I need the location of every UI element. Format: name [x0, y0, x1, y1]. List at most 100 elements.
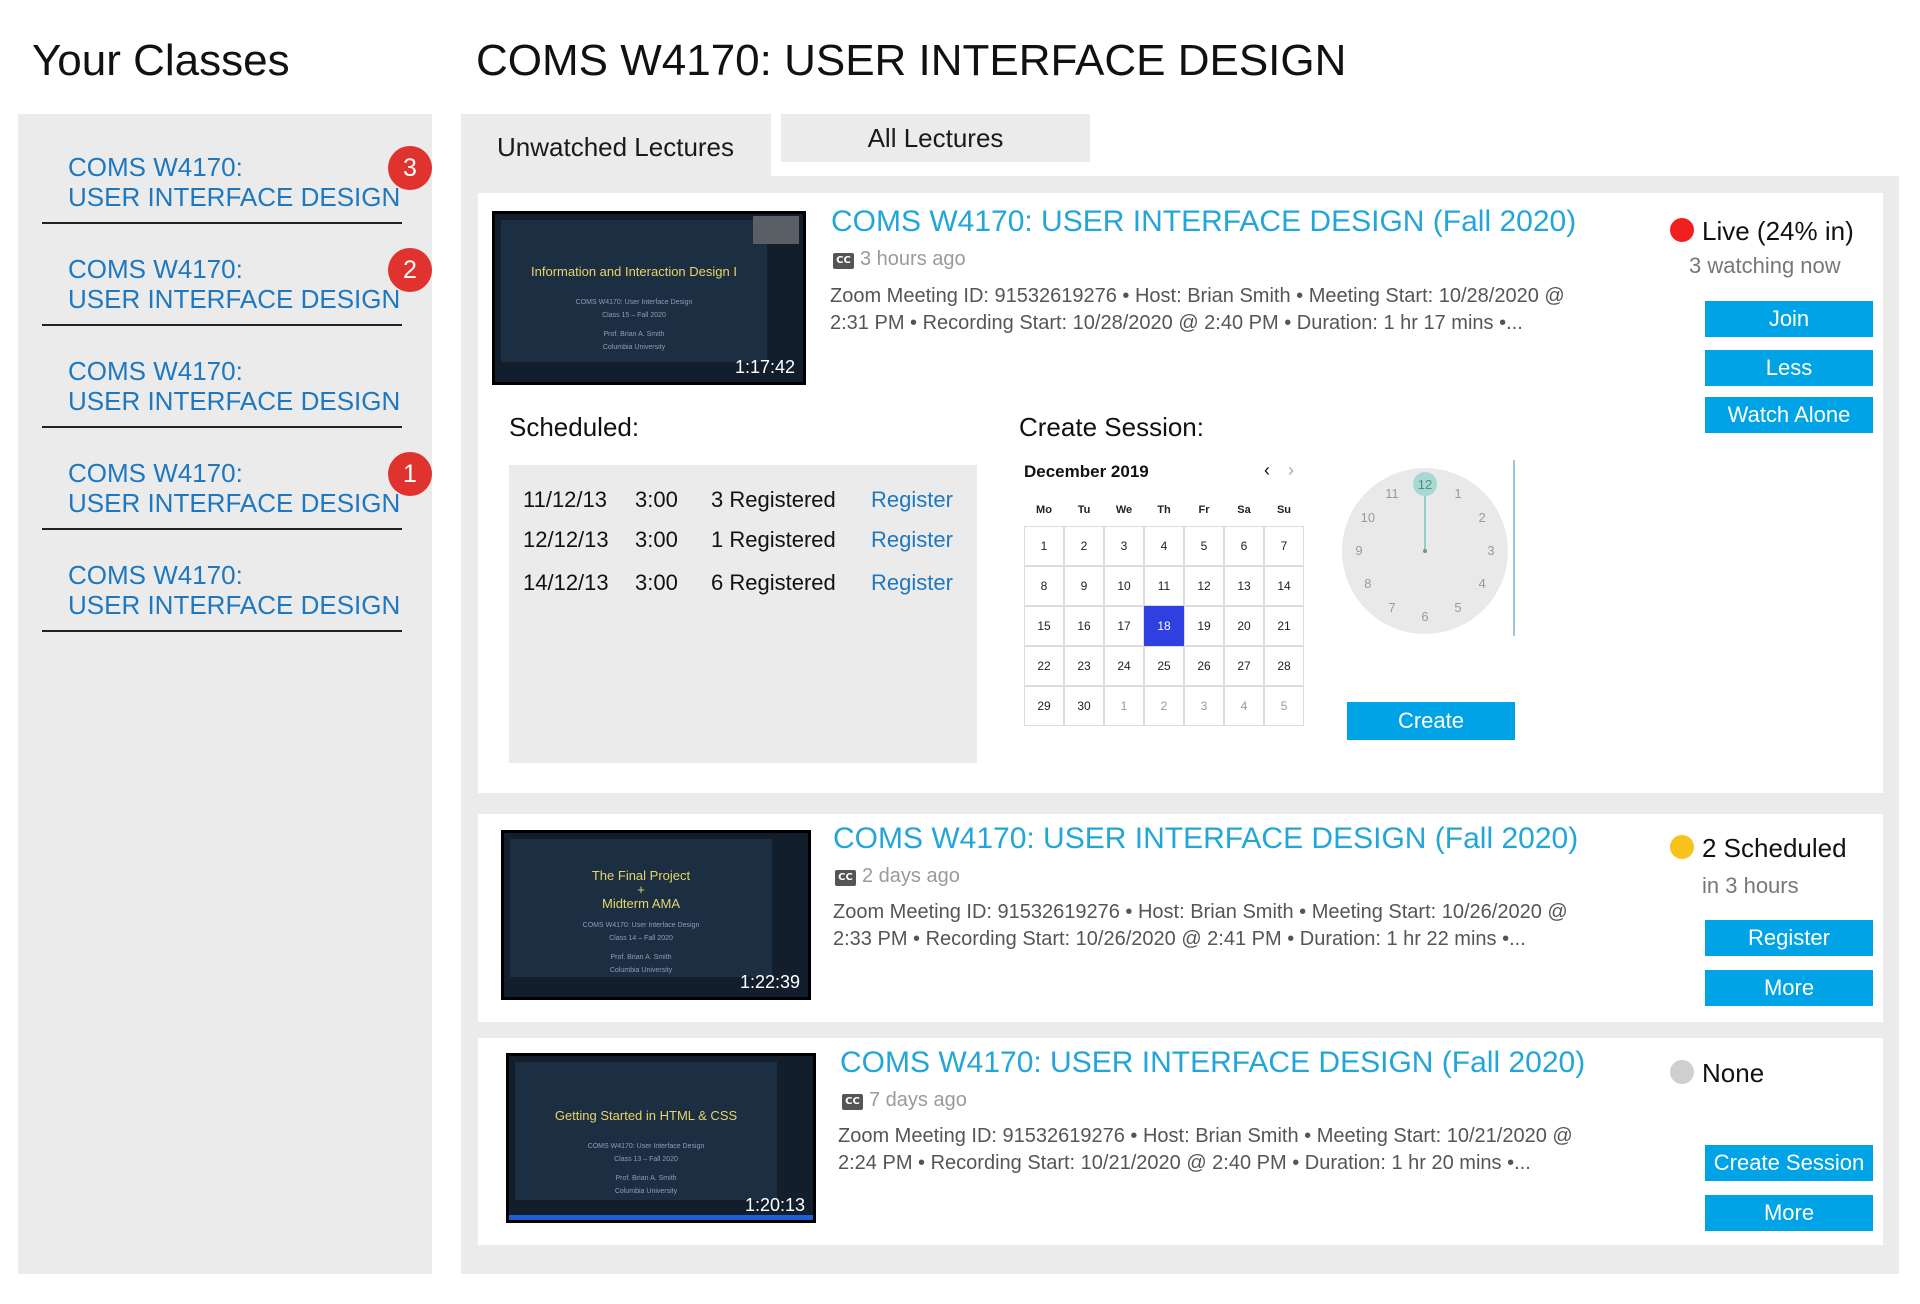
- lecture-meta-line: Zoom Meeting ID: 91532619276 • Host: Bri…: [838, 1125, 1573, 1147]
- calendar-day[interactable]: 9: [1064, 566, 1104, 606]
- lecture-thumbnail-1[interactable]: Information and Interaction Design I COM…: [492, 211, 806, 385]
- calendar-day[interactable]: 5: [1264, 686, 1304, 726]
- calendar-day[interactable]: 13: [1224, 566, 1264, 606]
- calendar-day-name: Th: [1157, 504, 1171, 516]
- registered-count: 1 Registered: [711, 527, 836, 552]
- create-session-button[interactable]: Create: [1347, 702, 1515, 740]
- calendar-day[interactable]: 18: [1144, 606, 1184, 646]
- calendar-day[interactable]: 29: [1024, 686, 1064, 726]
- clock-number[interactable]: 9: [1349, 543, 1369, 558]
- lecture-title-link[interactable]: COMS W4170: USER INTERFACE DESIGN (Fall …: [831, 205, 1576, 239]
- lecture-title-link[interactable]: COMS W4170: USER INTERFACE DESIGN (Fall …: [833, 822, 1578, 856]
- clock-number[interactable]: 10: [1358, 510, 1378, 525]
- calendar-day[interactable]: 1: [1024, 526, 1064, 566]
- session-substatus: in 3 hours: [1702, 873, 1799, 898]
- status-text: None: [1702, 1058, 1765, 1088]
- status-dot: [1670, 1060, 1694, 1084]
- date-picker: December 2019 ‹ › Mo Tu We Th Fr Sa Su 1 2 3 4 5 6 7 8…: [1024, 460, 1304, 750]
- calendar-day[interactable]: 12: [1184, 566, 1224, 606]
- sidebar-item-class-4[interactable]: COMS W4170: USER INTERFACE DESIGN 1: [42, 428, 432, 530]
- sidebar-item-class-5[interactable]: COMS W4170: USER INTERFACE DESIGN: [42, 530, 402, 632]
- register-link[interactable]: Register: [871, 487, 953, 513]
- create-session-card-button[interactable]: Create Session: [1705, 1145, 1873, 1181]
- register-link[interactable]: Register: [871, 527, 953, 553]
- calendar-day[interactable]: 30: [1064, 686, 1104, 726]
- calendar-day[interactable]: 17: [1104, 606, 1144, 646]
- calendar-day[interactable]: 2: [1064, 526, 1104, 566]
- calendar-day[interactable]: 26: [1184, 646, 1224, 686]
- more-button[interactable]: More: [1705, 970, 1873, 1006]
- calendar-month: December 2019: [1024, 462, 1149, 481]
- watch-alone-button[interactable]: Watch Alone: [1705, 397, 1873, 433]
- closed-captions-icon: CC: [842, 1094, 863, 1110]
- calendar-next-icon[interactable]: ›: [1288, 460, 1294, 481]
- calendar-day[interactable]: 23: [1064, 646, 1104, 686]
- calendar-day[interactable]: 4: [1144, 526, 1184, 566]
- session-status: Live (24% in): [1670, 216, 1854, 247]
- calendar-day[interactable]: 28: [1264, 646, 1304, 686]
- calendar-day[interactable]: 10: [1104, 566, 1144, 606]
- calendar-day[interactable]: 5: [1184, 526, 1224, 566]
- lecture-thumbnail-2[interactable]: The Final Project + Midterm AMA COMS W41…: [501, 830, 811, 1000]
- slide-subtitle: Columbia University: [602, 344, 666, 351]
- sidebar-item-class-3[interactable]: COMS W4170: USER INTERFACE DESIGN: [42, 326, 402, 428]
- slide-subtitle: Class 14 – Fall 2020: [609, 935, 673, 942]
- join-button[interactable]: Join: [1705, 301, 1873, 337]
- calendar-day[interactable]: 7: [1264, 526, 1304, 566]
- unwatched-count-badge: 1: [388, 452, 432, 496]
- time-picker-clock[interactable]: 12 1 2 3 4 5 6 7 8 9 10 11: [1342, 468, 1508, 634]
- scheduled-label: Scheduled:: [509, 412, 640, 442]
- calendar-day[interactable]: 25: [1144, 646, 1184, 686]
- register-link[interactable]: Register: [871, 570, 953, 596]
- clock-number[interactable]: 12: [1415, 477, 1435, 492]
- calendar-day[interactable]: 6: [1224, 526, 1264, 566]
- clock-number[interactable]: 11: [1382, 486, 1402, 501]
- calendar-day[interactable]: 21: [1264, 606, 1304, 646]
- watch-progress-bar: [509, 1215, 813, 1220]
- sidebar-item-label: COMS W4170: USER INTERFACE DESIGN: [68, 356, 401, 416]
- clock-number[interactable]: 7: [1382, 600, 1402, 615]
- calendar-day[interactable]: 27: [1224, 646, 1264, 686]
- tab-unwatched-lectures[interactable]: Unwatched Lectures: [461, 114, 771, 180]
- calendar-day[interactable]: 4: [1224, 686, 1264, 726]
- clock-number[interactable]: 4: [1472, 576, 1492, 591]
- calendar-day[interactable]: 15: [1024, 606, 1064, 646]
- clock-number[interactable]: 6: [1415, 609, 1435, 624]
- calendar-day[interactable]: 2: [1144, 686, 1184, 726]
- calendar-prev-icon[interactable]: ‹: [1264, 460, 1270, 481]
- calendar-day[interactable]: 8: [1024, 566, 1064, 606]
- scheduled-time: 3:00: [635, 527, 678, 552]
- sidebar-item-label: COMS W4170: USER INTERFACE DESIGN: [68, 254, 401, 314]
- tab-all-lectures[interactable]: All Lectures: [781, 114, 1090, 162]
- clock-number[interactable]: 2: [1472, 510, 1492, 525]
- calendar-day[interactable]: 20: [1224, 606, 1264, 646]
- calendar-day[interactable]: 19: [1184, 606, 1224, 646]
- clock-number[interactable]: 5: [1448, 600, 1468, 615]
- closed-captions-icon: CC: [833, 253, 854, 269]
- calendar-day[interactable]: 11: [1144, 566, 1184, 606]
- calendar-day[interactable]: 16: [1064, 606, 1104, 646]
- lecture-age-text: 3 hours ago: [860, 248, 966, 270]
- calendar-day-name: Su: [1276, 504, 1292, 516]
- scheduled-date: 14/12/13: [523, 570, 609, 595]
- session-status: None: [1670, 1058, 1764, 1089]
- calendar-day[interactable]: 24: [1104, 646, 1144, 686]
- calendar-day[interactable]: 1: [1104, 686, 1144, 726]
- clock-number[interactable]: 8: [1358, 576, 1378, 591]
- clock-number[interactable]: 1: [1448, 486, 1468, 501]
- calendar-day-name: We: [1115, 504, 1133, 516]
- calendar-day[interactable]: 14: [1264, 566, 1304, 606]
- sidebar-item-class-1[interactable]: COMS W4170: USER INTERFACE DESIGN 3: [42, 122, 432, 224]
- calendar-day[interactable]: 3: [1104, 526, 1144, 566]
- lecture-thumbnail-3[interactable]: Getting Started in HTML & CSS COMS W4170…: [506, 1053, 816, 1223]
- status-text: 2 Scheduled: [1702, 833, 1847, 863]
- more-button[interactable]: More: [1705, 1195, 1873, 1231]
- slide-subtitle: COMS W4170: User Interface Design: [587, 1143, 705, 1150]
- less-button[interactable]: Less: [1705, 350, 1873, 386]
- calendar-day[interactable]: 22: [1024, 646, 1064, 686]
- calendar-day[interactable]: 3: [1184, 686, 1224, 726]
- clock-number[interactable]: 3: [1481, 543, 1501, 558]
- sidebar-item-class-2[interactable]: COMS W4170: USER INTERFACE DESIGN 2: [42, 224, 432, 326]
- register-button[interactable]: Register: [1705, 920, 1873, 956]
- lecture-title-link[interactable]: COMS W4170: USER INTERFACE DESIGN (Fall …: [840, 1046, 1585, 1080]
